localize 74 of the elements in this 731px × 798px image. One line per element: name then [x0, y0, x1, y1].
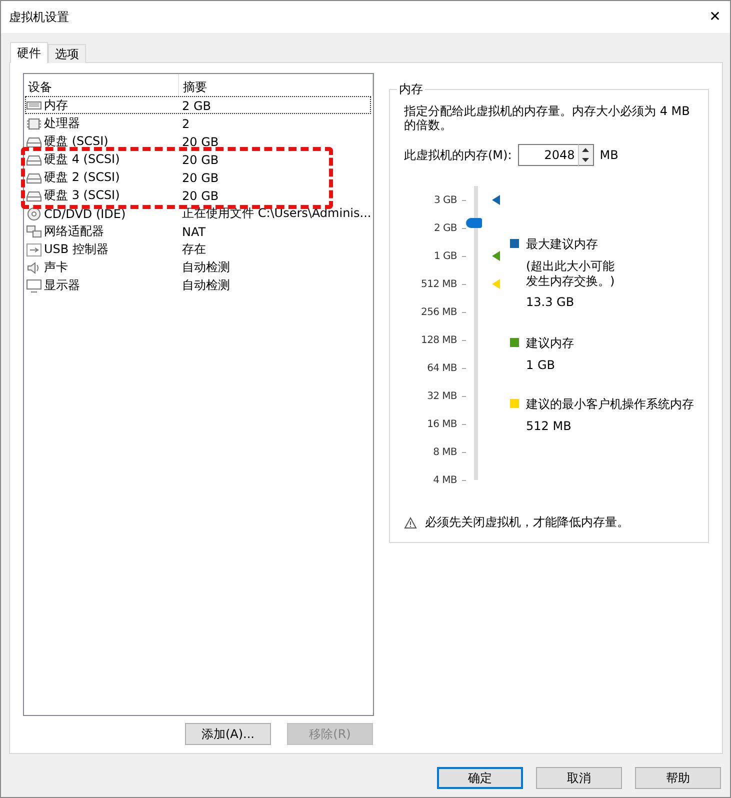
tick-label: 16 MB [427, 418, 457, 430]
slider-thumb[interactable] [466, 218, 482, 228]
window-title: 虚拟机设置 [9, 8, 69, 26]
field-label: 此虚拟机的内存(M): [404, 146, 512, 164]
device-name: 声卡 [43, 259, 68, 276]
tick-label: 128 MB [421, 334, 457, 346]
device-row[interactable]: 声卡 自动检测 [25, 258, 371, 276]
device-summary: 存在 [181, 241, 207, 258]
usb-icon [26, 242, 42, 256]
tick-label: 2 GB [434, 222, 457, 234]
spin-down-icon[interactable] [578, 155, 593, 165]
tick-label: 4 MB [433, 474, 457, 486]
close-button[interactable]: ✕ [700, 2, 730, 32]
column-header[interactable]: 摘要 [179, 74, 373, 96]
description-text: 指定分配给此虚拟机的内存量。内存大小必须为 4 MB 的倍数。 [404, 104, 691, 132]
device-name: CD/DVD (IDE) [43, 206, 126, 220]
memory-input[interactable]: 2048 [518, 144, 578, 166]
device-summary: 2 [181, 116, 191, 130]
device-row[interactable]: 显示器 自动检测 [25, 276, 371, 294]
device-summary: 2 GB [181, 98, 212, 112]
device-name: 网络适配器 [43, 223, 104, 240]
group-title: 内存 [398, 81, 424, 98]
device-name: 处理器 [43, 115, 80, 132]
legend-title: 最大建议内存 [526, 236, 599, 253]
tick-label: 32 MB [427, 390, 457, 402]
list-button[interactable]: 添加(A)... [185, 723, 271, 745]
device-name: 硬盘 2 (SCSI) [43, 169, 120, 186]
device-summary: 自动检测 [181, 277, 231, 294]
spin-up-icon[interactable] [578, 145, 593, 155]
device-summary: 20 GB [181, 188, 220, 202]
device-name: 显示器 [43, 277, 80, 294]
device-name: 硬盘 4 (SCSI) [43, 151, 120, 168]
device-row[interactable]: USB 控制器 存在 [25, 240, 371, 258]
network-icon [26, 224, 42, 238]
legend-title: 建议内存 [526, 335, 574, 352]
device-row[interactable]: 硬盘 3 (SCSI) 20 GB [25, 186, 371, 204]
device-row[interactable]: 处理器 2 [25, 114, 371, 132]
chip-icon [26, 116, 42, 130]
dialog-button[interactable]: 确定 [437, 767, 523, 789]
tick-label: 256 MB [421, 306, 457, 318]
tick-label: 8 MB [433, 446, 457, 458]
legend-value: 1 GB [526, 358, 556, 372]
tick-label: 64 MB [427, 362, 457, 374]
device-row[interactable]: 硬盘 (SCSI) 20 GB [25, 132, 371, 150]
monitor-icon [26, 278, 42, 292]
device-summary: 20 GB [181, 152, 220, 166]
dialog-button[interactable]: 取消 [536, 767, 622, 789]
device-name: 硬盘 (SCSI) [43, 133, 108, 150]
tab[interactable]: 选项 [48, 44, 86, 63]
device-summary: NAT [181, 224, 207, 238]
tick-label: 512 MB [421, 278, 457, 290]
device-name: 硬盘 3 (SCSI) [43, 187, 120, 204]
legend-note: (超出此大小可能发生内存交换。) [526, 259, 616, 289]
device-row[interactable]: 内存 2 GB [25, 96, 371, 114]
column-header[interactable]: 设备 [24, 74, 179, 96]
device-summary: 20 GB [181, 134, 220, 148]
warning-text: 必须先关闭虚拟机，才能降低内存量。 [425, 514, 629, 531]
device-row[interactable]: 硬盘 2 (SCSI) 20 GB [25, 168, 371, 186]
device-row[interactable]: 网络适配器 NAT [25, 222, 371, 240]
device-summary: 自动检测 [181, 259, 231, 276]
legend-title: 建议的最小客户机操作系统内存 [526, 396, 694, 413]
device-row[interactable]: 硬盘 4 (SCSI) 20 GB [25, 150, 371, 168]
tick-label: 1 GB [434, 250, 457, 262]
dialog-button[interactable]: 帮助 [635, 767, 721, 789]
device-name: 内存 [43, 97, 68, 114]
legend-value: 512 MB [526, 419, 572, 433]
tab[interactable]: 硬件 [10, 42, 48, 63]
warning-icon [404, 516, 417, 528]
memory-icon [26, 98, 42, 112]
device-name: USB 控制器 [43, 241, 108, 258]
unit-label: MB [600, 148, 618, 162]
tick-label: 3 GB [434, 194, 457, 206]
legend-value: 13.3 GB [526, 295, 576, 309]
device-summary: 20 GB [181, 170, 220, 184]
